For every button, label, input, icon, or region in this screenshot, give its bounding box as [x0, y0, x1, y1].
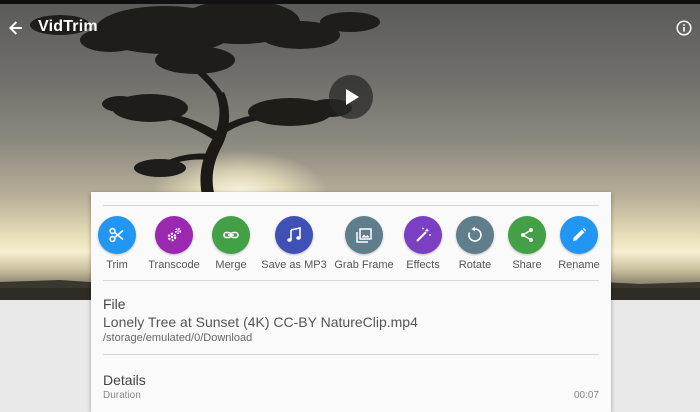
- play-button[interactable]: [329, 75, 373, 119]
- grab-frame-label: Grab Frame: [334, 259, 394, 271]
- file-name: Lonely Tree at Sunset (4K) CC-BY NatureC…: [103, 314, 418, 330]
- divider: [103, 280, 599, 281]
- gears-icon: [167, 227, 182, 242]
- rotate-label: Rotate: [458, 259, 492, 271]
- info-icon: [676, 20, 692, 36]
- trim-icon-circle: [98, 216, 136, 254]
- effects-label: Effects: [406, 259, 440, 271]
- status-bar: [0, 0, 700, 4]
- grab-frame-button[interactable]: Grab Frame: [334, 216, 394, 271]
- divider: [103, 205, 599, 206]
- rotate-icon: [468, 226, 482, 242]
- transcode-label: Transcode: [148, 259, 200, 271]
- rename-button[interactable]: Rename: [556, 216, 602, 271]
- share-button[interactable]: Share: [508, 216, 546, 271]
- app-title: VidTrim: [38, 18, 98, 35]
- file-info-card: Trim Transcode Merge Save as MP3 Grab Fr…: [91, 192, 611, 412]
- app-bar: VidTrim: [0, 4, 700, 52]
- trim-button[interactable]: Trim: [98, 216, 136, 271]
- file-path: /storage/emulated/0/Download: [103, 332, 253, 344]
- trim-label: Trim: [106, 259, 128, 271]
- scissors-icon: [109, 227, 124, 243]
- info-button[interactable]: [674, 18, 694, 38]
- arrow-left-icon: [9, 21, 22, 35]
- magic-wand-icon: [416, 227, 431, 242]
- image-icon: [356, 228, 372, 243]
- merge-button[interactable]: Merge: [212, 216, 250, 271]
- transcode-icon-circle: [155, 216, 193, 254]
- merge-label: Merge: [215, 259, 247, 271]
- file-heading: File: [103, 296, 126, 312]
- detail-duration-label: Duration: [103, 390, 141, 401]
- rename-icon-circle: [560, 216, 598, 254]
- transcode-button[interactable]: Transcode: [148, 216, 200, 271]
- effects-button[interactable]: Effects: [404, 216, 442, 271]
- play-icon: [346, 89, 359, 105]
- save-as-mp3-label: Save as MP3: [261, 259, 327, 271]
- effects-icon-circle: [404, 216, 442, 254]
- action-toolbar: Trim Transcode Merge Save as MP3 Grab Fr…: [91, 216, 611, 276]
- back-button[interactable]: [4, 12, 28, 44]
- details-heading: Details: [103, 372, 146, 388]
- link-icon: [223, 231, 239, 239]
- music-icon: [287, 227, 301, 242]
- grab-frame-icon-circle: [345, 216, 383, 254]
- share-icon: [521, 228, 533, 242]
- rotate-icon-circle: [456, 216, 494, 254]
- save-as-mp3-icon-circle: [275, 216, 313, 254]
- rotate-button[interactable]: Rotate: [456, 216, 494, 271]
- share-label: Share: [512, 259, 542, 271]
- divider: [103, 354, 599, 355]
- save-as-mp3-button[interactable]: Save as MP3: [261, 216, 327, 271]
- rename-label: Rename: [558, 259, 600, 271]
- merge-icon-circle: [212, 216, 250, 254]
- share-icon-circle: [508, 216, 546, 254]
- pencil-icon: [573, 227, 587, 241]
- detail-duration-value: 00:07: [573, 390, 599, 401]
